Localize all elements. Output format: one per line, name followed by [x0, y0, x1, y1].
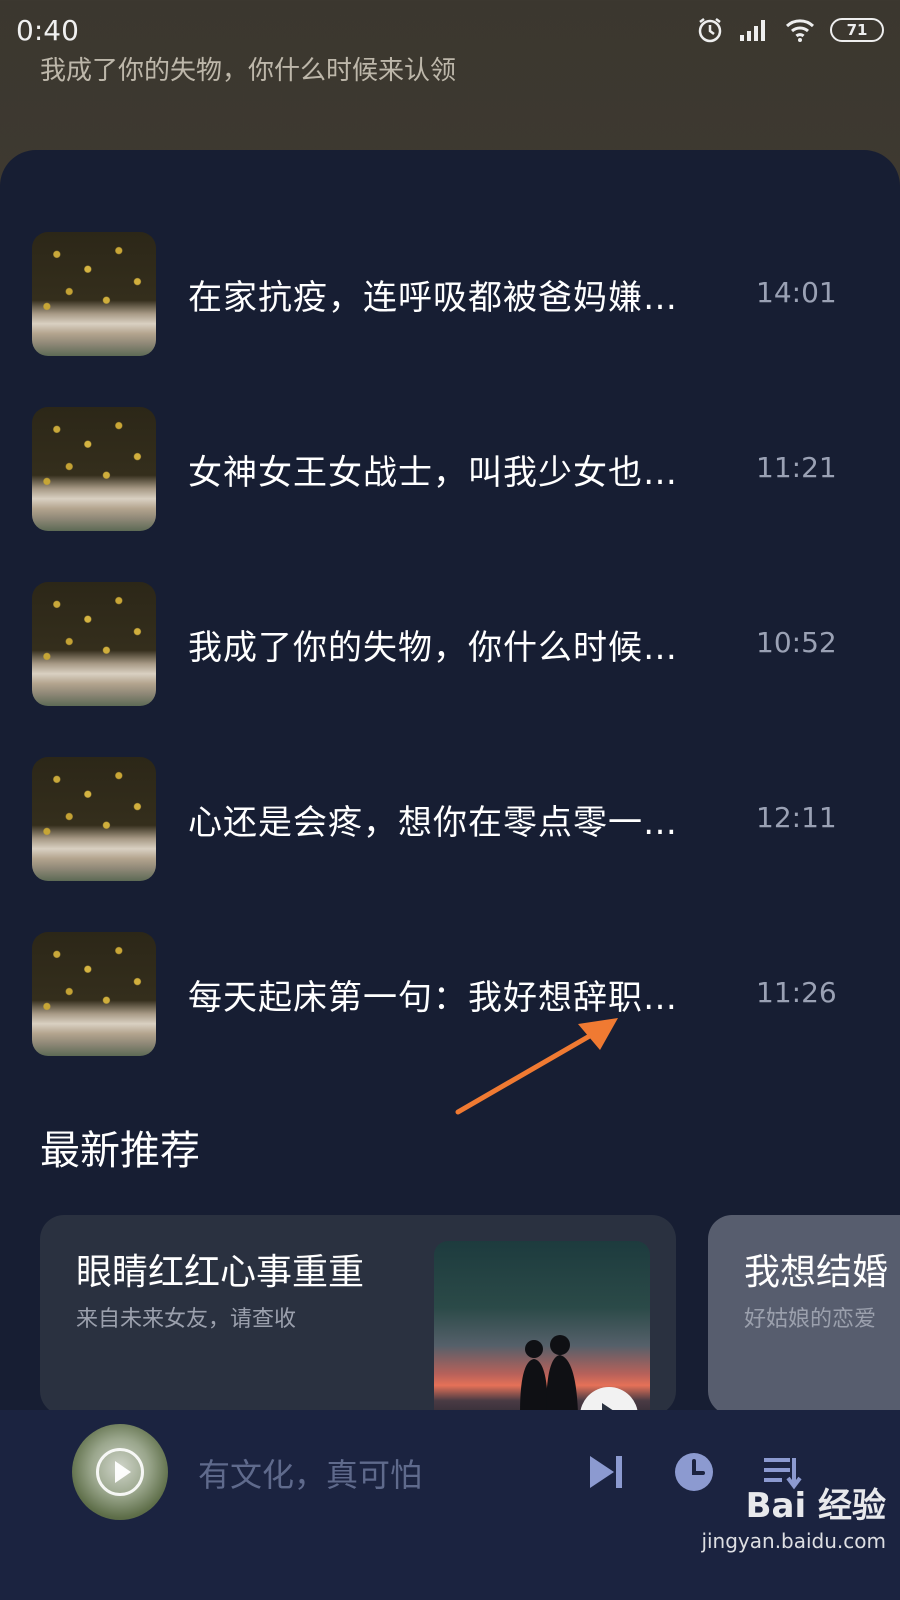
status-icons: 71: [696, 16, 884, 44]
song-thumbnail: [32, 757, 156, 881]
card-subtitle: 好姑娘的恋爱: [744, 1307, 877, 1332]
song-title: 在家抗疫，连呼吸都被爸妈嫌…: [188, 278, 678, 318]
signal-icon: [738, 17, 770, 43]
song-thumbnail: [32, 582, 156, 706]
song-title: 我成了你的失物，你什么时候…: [188, 628, 678, 668]
next-icon[interactable]: [584, 1450, 628, 1494]
list-item[interactable]: 女神女王女战士，叫我少女也… 11:21: [0, 407, 900, 582]
card-subtitle: 来自未来女友，请查收: [76, 1307, 297, 1332]
song-time: 14:01: [756, 276, 837, 309]
song-thumbnail: [32, 232, 156, 356]
list-item[interactable]: 在家抗疫，连呼吸都被爸妈嫌… 14:01: [0, 232, 900, 407]
player-cover[interactable]: [72, 1424, 168, 1520]
list-item[interactable]: 我成了你的失物，你什么时候… 10:52: [0, 582, 900, 757]
recommend-card[interactable]: 眼睛红红心事重重 来自未来女友，请查收: [40, 1215, 676, 1415]
alarm-icon: [696, 16, 724, 44]
play-icon[interactable]: [96, 1448, 144, 1496]
song-time: 10:52: [756, 626, 837, 659]
watermark-logo: Bai 经验: [745, 1486, 886, 1526]
song-time: 12:11: [756, 801, 837, 834]
recommend-card[interactable]: 我想结婚 好姑娘的恋爱: [708, 1215, 900, 1415]
list-item[interactable]: 心还是会疼，想你在零点零一… 12:11: [0, 757, 900, 932]
song-title: 心还是会疼，想你在零点零一…: [188, 803, 678, 843]
song-thumbnail: [32, 407, 156, 531]
annotation-arrow-icon: [450, 1010, 630, 1124]
song-list: 在家抗疫，连呼吸都被爸妈嫌… 14:01 女神女王女战士，叫我少女也… 11:2…: [0, 232, 900, 1107]
baidu-jingyan-watermark: Bai 经验 jingyan.baidu.com: [676, 1478, 886, 1553]
card-cover-image: [434, 1241, 650, 1415]
song-time: 11:21: [756, 451, 837, 484]
wifi-icon: [784, 17, 816, 43]
section-title: 最新推荐: [40, 1128, 200, 1174]
song-title: 女神女王女战士，叫我少女也…: [188, 453, 678, 493]
watermark-url: jingyan.baidu.com: [701, 1529, 886, 1553]
card-title: 我想结婚: [744, 1252, 889, 1293]
playing-subtitle: 我成了你的失物，你什么时候来认领: [40, 56, 457, 86]
song-time: 11:26: [756, 976, 837, 1009]
battery-icon: 71: [830, 18, 884, 42]
card-title: 眼睛红红心事重重: [76, 1252, 365, 1293]
status-time: 0:40: [16, 13, 79, 47]
player-title: 有文化，真可怕: [198, 1456, 423, 1494]
song-thumbnail: [32, 932, 156, 1056]
